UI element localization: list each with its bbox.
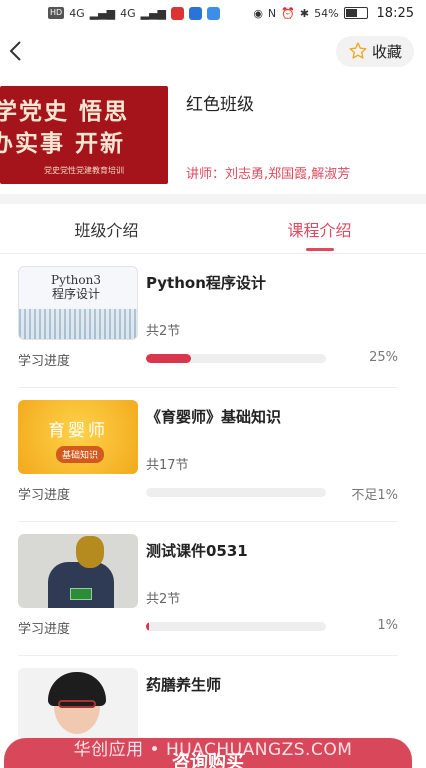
nfc-icon: N bbox=[267, 6, 277, 20]
section-divider bbox=[0, 194, 426, 204]
thumbnail-glasses bbox=[58, 700, 96, 708]
progress-bar bbox=[146, 488, 326, 497]
eye-icon: ◉ bbox=[253, 6, 263, 20]
back-button[interactable] bbox=[0, 36, 30, 66]
bluetooth-icon: ✱ bbox=[299, 6, 310, 20]
favorite-label: 收藏 bbox=[371, 42, 402, 61]
progress-percent: 不足1% bbox=[351, 488, 398, 503]
thumbnail-trees bbox=[19, 309, 137, 339]
thumbnail-text-line2: 基础知识 bbox=[56, 446, 105, 463]
course-title: 《育婴师》基础知识 bbox=[146, 408, 282, 426]
app-notification-icon bbox=[207, 6, 221, 20]
clock: 18:25 bbox=[376, 5, 414, 21]
progress-label: 学习进度 bbox=[18, 622, 71, 637]
status-bar: HD 4G ▂▄▆ 4G ▂▄▆ ◉ N ⏰ ✱ 54% 18:25 bbox=[0, 0, 426, 26]
alarm-icon: ⏰ bbox=[281, 6, 295, 20]
status-left: HD 4G ▂▄▆ 4G ▂▄▆ bbox=[48, 6, 221, 20]
progress-label: 学习进度 bbox=[18, 354, 71, 369]
course-sessions: 共2节 bbox=[146, 324, 181, 339]
thumbnail-text-line2: 程序设计 bbox=[51, 287, 100, 301]
thumbnail-figure-body bbox=[48, 562, 114, 608]
teachers: 讲师：刘志勇,郑国霞,解淑芳 bbox=[186, 167, 351, 182]
signal-icon: ▂▄▆ bbox=[89, 6, 116, 20]
thumbnail-text-line1: Python3 bbox=[51, 273, 101, 287]
favorite-button[interactable]: 收藏 bbox=[335, 35, 414, 67]
chevron-left-icon bbox=[9, 41, 21, 61]
thumbnail-text-line1: 育婴师 bbox=[48, 421, 108, 441]
class-header: 学党史 悟思 办实事 开新 党史党性党建教育培训 红色班级 讲师：刘志勇,郑国霞… bbox=[0, 76, 426, 194]
course-sessions: 共2节 bbox=[146, 592, 181, 607]
course-item[interactable]: 测试课件0531 共2节 学习进度 1% bbox=[18, 522, 398, 656]
progress-bar bbox=[146, 622, 326, 631]
class-info: 红色班级 讲师：刘志勇,郑国霞,解淑芳 bbox=[168, 86, 426, 184]
app-notification-icon bbox=[189, 6, 203, 20]
tab-class-intro[interactable]: 班级介绍 bbox=[0, 204, 213, 253]
class-cover-image: 学党史 悟思 办实事 开新 党史党性党建教育培训 bbox=[0, 86, 168, 184]
battery-percent: 54% bbox=[314, 6, 339, 20]
cover-text-line1: 学党史 悟思 bbox=[0, 98, 130, 125]
course-thumbnail bbox=[18, 534, 138, 608]
course-thumbnail: Python3 程序设计 bbox=[18, 266, 138, 340]
top-nav: 收藏 bbox=[0, 26, 426, 76]
progress-percent: 25% bbox=[369, 350, 398, 365]
course-sessions: 共17节 bbox=[146, 458, 189, 473]
course-thumbnail bbox=[18, 668, 138, 742]
hd-badge: HD bbox=[48, 7, 65, 19]
star-outline-icon bbox=[349, 42, 367, 59]
consult-buy-button[interactable]: 咨询购买 bbox=[4, 738, 412, 768]
class-title: 红色班级 bbox=[186, 95, 254, 115]
progress-fill bbox=[146, 354, 191, 363]
tab-bar: 班级介绍 课程介绍 bbox=[0, 204, 426, 254]
course-title: Python程序设计 bbox=[146, 274, 266, 292]
progress-fill bbox=[146, 622, 149, 631]
thumbnail-text: Python3 程序设计 bbox=[51, 273, 101, 301]
course-title: 测试课件0531 bbox=[146, 542, 248, 560]
signal-4g-2: 4G bbox=[120, 6, 136, 20]
thumbnail-figure-head bbox=[76, 536, 104, 568]
cover-caption: 党史党性党建教育培训 bbox=[44, 166, 124, 175]
battery-icon bbox=[343, 7, 368, 19]
progress-percent: 1% bbox=[377, 618, 398, 633]
thumbnail-figure-box bbox=[70, 588, 92, 600]
tab-course-intro[interactable]: 课程介绍 bbox=[213, 204, 426, 253]
app-notification-icon bbox=[171, 6, 185, 20]
progress-label: 学习进度 bbox=[18, 488, 71, 503]
cover-text-line2: 办实事 开新 bbox=[0, 130, 126, 157]
course-item[interactable]: 育婴师 基础知识 《育婴师》基础知识 共17节 学习进度 不足1% bbox=[18, 388, 398, 522]
course-item[interactable]: Python3 程序设计 Python程序设计 共2节 学习进度 25% bbox=[18, 254, 398, 388]
signal-4g-1: 4G bbox=[69, 6, 85, 20]
course-list: Python3 程序设计 Python程序设计 共2节 学习进度 25% 育婴师… bbox=[0, 254, 426, 768]
progress-bar bbox=[146, 354, 326, 363]
course-thumbnail: 育婴师 基础知识 bbox=[18, 400, 138, 474]
status-right: ◉ N ⏰ ✱ 54% 18:25 bbox=[253, 6, 414, 21]
signal-icon: ▂▄▆ bbox=[140, 6, 167, 20]
course-title: 药膳养生师 bbox=[146, 676, 222, 694]
